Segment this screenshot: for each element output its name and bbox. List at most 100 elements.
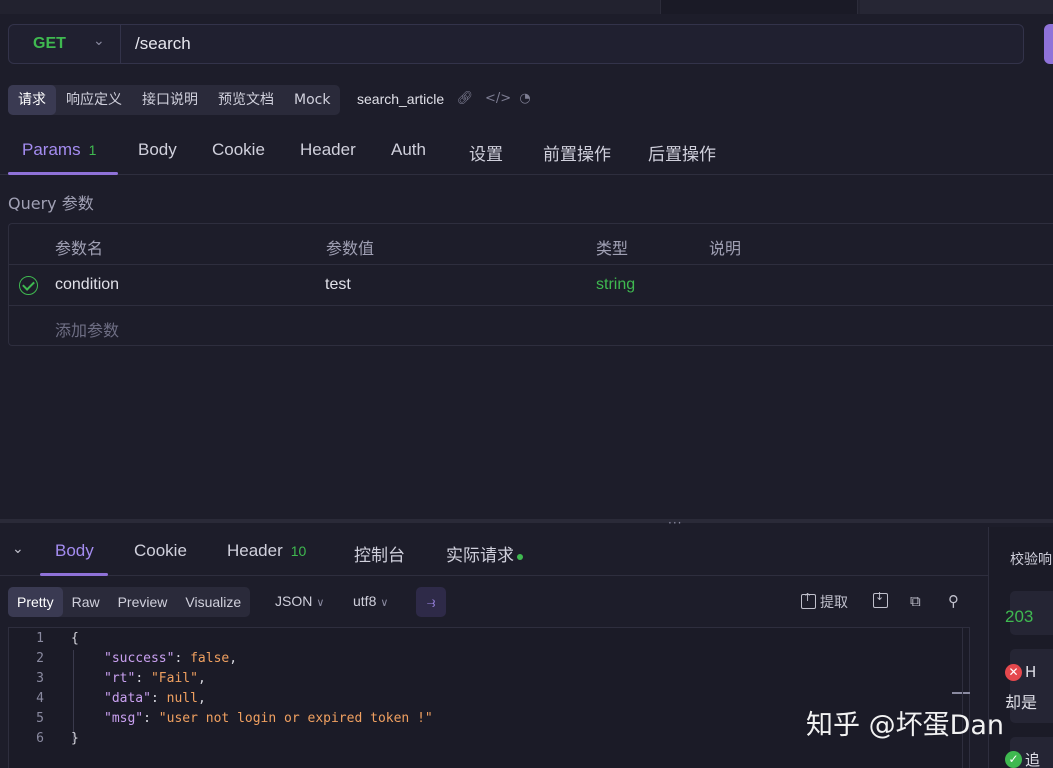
request-tabs: Params 1 Body Cookie Header Auth 设置 前置操作 …: [0, 130, 1053, 175]
add-param-input[interactable]: 添加参数: [55, 317, 119, 341]
url-input[interactable]: [135, 25, 1015, 63]
line-number: 5: [36, 711, 44, 726]
tab-cookie[interactable]: Cookie: [212, 140, 265, 160]
api-name[interactable]: search_article: [357, 91, 444, 107]
tab-auth[interactable]: Auth: [391, 140, 426, 160]
add-param-row: 添加参数: [9, 306, 1053, 347]
request-sub-tabs: 请求 响应定义 接口说明 预览文档 Mock: [8, 85, 341, 115]
line-number: 3: [36, 671, 44, 686]
param-value-cell[interactable]: test: [325, 276, 351, 294]
header-count-badge: 10: [290, 543, 307, 559]
code-line: 1 {: [9, 629, 969, 649]
subtab-request[interactable]: 请求: [8, 85, 56, 115]
error-icon: ✕: [1005, 664, 1022, 681]
format-preview[interactable]: Preview: [109, 587, 177, 617]
top-tab[interactable]: [660, 0, 858, 14]
content-type-select[interactable]: JSON ∨: [275, 593, 324, 609]
json-key: "rt": [104, 671, 136, 686]
code-icon[interactable]: </>: [485, 90, 511, 108]
param-type-cell[interactable]: string: [596, 276, 635, 294]
tab-label: Params: [22, 140, 81, 159]
watermark: 知乎 @坏蛋Dan: [806, 710, 1005, 741]
request-url-bar: GET ⌄: [8, 24, 1024, 64]
word-wrap-icon[interactable]: ⥽: [416, 587, 446, 617]
column-header-name: 参数名: [55, 239, 104, 258]
panel-splitter[interactable]: [0, 519, 1053, 523]
table-row: condition test string: [9, 265, 1053, 306]
param-name-cell[interactable]: condition: [55, 276, 119, 294]
format-pretty[interactable]: Pretty: [8, 587, 63, 617]
code-line: 2 "success": false,: [9, 649, 969, 669]
response-tab-header[interactable]: Header 10: [227, 541, 306, 561]
search-icon[interactable]: ⚲: [948, 592, 959, 610]
status-code: 203: [1005, 607, 1034, 626]
side-panel-title: 校验响: [1010, 552, 1052, 568]
response-tab-actual-request[interactable]: 实际请求: [446, 541, 523, 566]
chevron-down-icon: ∨: [380, 597, 389, 609]
tab-settings[interactable]: 设置: [469, 140, 503, 165]
query-params-table: 参数名 参数值 类型 说明 condition test string 添加参数: [8, 223, 1053, 346]
json-value: "Fail": [150, 671, 198, 686]
method-label: GET: [33, 35, 66, 52]
success-title: 追: [1025, 751, 1041, 768]
json-separator: ,: [197, 691, 206, 706]
download-glyph: [873, 590, 888, 608]
code-text: "msg": "user not login or expired token …: [104, 711, 433, 726]
tab-params[interactable]: Params 1: [22, 140, 96, 160]
extract-label: 提取: [820, 595, 848, 611]
code-text: }: [71, 731, 79, 746]
status-dot: [517, 553, 523, 560]
tab-header[interactable]: Header: [300, 140, 356, 160]
download-icon[interactable]: [873, 590, 888, 610]
editor-scrollbar[interactable]: [962, 627, 970, 768]
json-separator: ,: [229, 651, 238, 666]
active-tab-indicator: [40, 573, 108, 576]
top-tab-strip: [0, 0, 1053, 14]
code-text: "success": false,: [104, 651, 238, 666]
top-tab[interactable]: [860, 0, 1053, 14]
json-value: false: [190, 651, 230, 666]
response-body-editor[interactable]: 1 { 2 "success": false, 3 "rt": "Fail", …: [8, 627, 970, 768]
active-tab-indicator: [8, 172, 118, 175]
tab-post-processors[interactable]: 后置操作: [648, 140, 716, 165]
json-key: "success": [104, 651, 175, 666]
chevron-down-icon[interactable]: ⌄: [12, 541, 24, 557]
table-header-row: 参数名 参数值 类型 说明: [9, 224, 1053, 265]
code-text: {: [71, 631, 79, 646]
tab-label: Header: [227, 541, 283, 560]
send-button[interactable]: [1044, 24, 1053, 64]
check-circle-icon[interactable]: [19, 276, 38, 295]
json-key: "data": [104, 691, 151, 706]
json-key: "msg": [104, 711, 144, 726]
params-count-badge: 1: [88, 142, 97, 158]
share-icon[interactable]: ◔: [516, 90, 534, 108]
response-tabs: ⌄ Body Cookie Header 10 控制台 实际请求: [0, 527, 988, 576]
column-header-type: 类型: [596, 239, 629, 258]
column-header-value: 参数值: [326, 239, 375, 258]
code-text: "data": null,: [104, 691, 206, 706]
select-value: utf8: [353, 593, 377, 609]
line-number: 2: [36, 651, 44, 666]
format-raw[interactable]: Raw: [63, 587, 109, 617]
json-value: "user not login or expired token !": [158, 711, 433, 726]
line-number: 4: [36, 691, 44, 706]
subtab-response-definition[interactable]: 响应定义: [56, 85, 132, 115]
subtab-preview-doc[interactable]: 预览文档: [208, 85, 284, 115]
method-select[interactable]: GET ⌄: [9, 25, 121, 63]
response-tab-body[interactable]: Body: [55, 541, 94, 561]
link-icon[interactable]: 🔗︎: [456, 90, 474, 108]
subtab-api-description[interactable]: 接口说明: [132, 85, 208, 115]
json-separator: ,: [197, 671, 206, 686]
query-params-label: Query 参数: [8, 194, 94, 213]
format-visualize[interactable]: Visualize: [176, 587, 250, 617]
copy-icon[interactable]: ⧉: [910, 592, 921, 610]
tab-body[interactable]: Body: [138, 140, 177, 160]
line-number: 6: [36, 731, 44, 746]
subtab-mock[interactable]: Mock: [284, 85, 340, 115]
encoding-select[interactable]: utf8 ∨: [353, 593, 388, 609]
tab-pre-processors[interactable]: 前置操作: [543, 140, 611, 165]
code-line: 3 "rt": "Fail",: [9, 669, 969, 689]
extract-button[interactable]: 提取: [801, 591, 848, 612]
response-tab-console[interactable]: 控制台: [354, 541, 405, 566]
response-tab-cookie[interactable]: Cookie: [134, 541, 187, 561]
